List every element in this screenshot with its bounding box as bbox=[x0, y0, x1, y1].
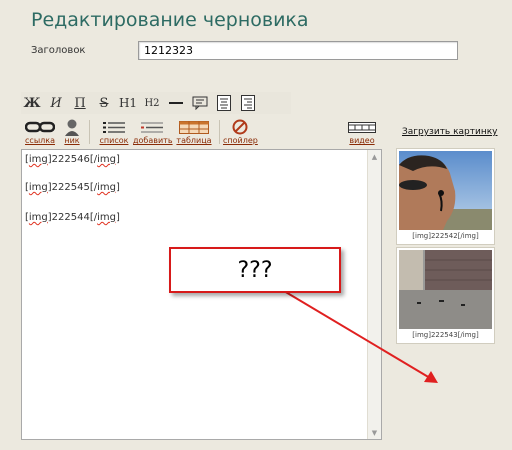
format-toolbar: Ж И П S H1 H2 bbox=[21, 92, 291, 114]
align-right-button[interactable] bbox=[237, 93, 259, 113]
editor-line: [img]222546[/img] bbox=[25, 154, 120, 165]
link-button[interactable]: ссылка bbox=[23, 118, 57, 145]
spoiler-label: спойлер bbox=[223, 136, 258, 145]
nick-label: ник bbox=[64, 136, 80, 145]
horizontal-rule-button[interactable] bbox=[165, 93, 187, 113]
link-label: ссылка bbox=[25, 136, 55, 145]
table-button[interactable]: таблица bbox=[175, 118, 213, 145]
film-strip-icon bbox=[348, 121, 376, 133]
align-center-icon bbox=[217, 95, 231, 111]
scroll-up-arrow-icon[interactable]: ▲ bbox=[368, 150, 381, 163]
align-right-icon bbox=[241, 95, 255, 111]
horizontal-rule-icon bbox=[169, 102, 183, 104]
upload-image-link[interactable]: Загрузить картинку bbox=[402, 127, 498, 137]
italic-button[interactable]: И bbox=[45, 93, 67, 113]
thumbnail-photo bbox=[399, 250, 492, 329]
editor-line: [img]222545[/img] bbox=[25, 182, 120, 193]
title-input[interactable] bbox=[138, 41, 458, 60]
annotation-callout: ??? bbox=[169, 247, 341, 293]
editor-scrollbar[interactable]: ▲ ▼ bbox=[367, 150, 381, 439]
add-item-button[interactable]: добавить bbox=[133, 118, 173, 145]
title-label: Заголовок bbox=[31, 45, 86, 56]
table-icon bbox=[179, 120, 209, 134]
toolbar-divider bbox=[89, 120, 90, 144]
list-label: список bbox=[99, 136, 129, 145]
table-label: таблица bbox=[176, 136, 212, 145]
no-sign-icon bbox=[232, 119, 248, 135]
heading1-button[interactable]: H1 bbox=[117, 93, 139, 113]
editor-line: [img]222544[/img] bbox=[25, 212, 120, 223]
heading2-button[interactable]: H2 bbox=[141, 93, 163, 113]
thumbnail-caption: [img]222542[/img] bbox=[412, 232, 479, 240]
list-icon bbox=[103, 121, 125, 133]
image-thumbnail[interactable]: [img]222543[/img] bbox=[396, 247, 495, 344]
scroll-down-arrow-icon[interactable]: ▼ bbox=[368, 426, 381, 439]
post-editor-textarea[interactable]: [img]222546[/img] [img]222545[/img] [img… bbox=[21, 149, 382, 440]
add-item-label: добавить bbox=[133, 136, 173, 145]
image-thumbnail[interactable]: [img]222542[/img] bbox=[396, 148, 495, 245]
thumbnail-photo bbox=[399, 151, 492, 230]
user-icon bbox=[65, 119, 79, 136]
underline-button[interactable]: П bbox=[69, 93, 91, 113]
insert-toolbar: ссылка ник список добавить таблица спойл… bbox=[21, 118, 381, 148]
toolbar-divider bbox=[219, 120, 220, 144]
video-label: видео bbox=[349, 136, 375, 145]
thumbnail-caption: [img]222543[/img] bbox=[412, 331, 479, 339]
page-title: Редактирование черновика bbox=[31, 9, 309, 31]
chain-link-icon bbox=[25, 121, 55, 133]
quote-button[interactable] bbox=[189, 93, 211, 113]
bold-button[interactable]: Ж bbox=[21, 93, 43, 113]
align-center-button[interactable] bbox=[213, 93, 235, 113]
list-button[interactable]: список bbox=[97, 118, 131, 145]
spoiler-button[interactable]: спойлер bbox=[223, 118, 258, 145]
add-item-icon bbox=[141, 121, 163, 133]
nick-button[interactable]: ник bbox=[61, 118, 83, 145]
strikethrough-button[interactable]: S bbox=[93, 93, 115, 113]
quote-icon bbox=[192, 96, 208, 110]
video-button[interactable]: видео bbox=[347, 118, 377, 145]
